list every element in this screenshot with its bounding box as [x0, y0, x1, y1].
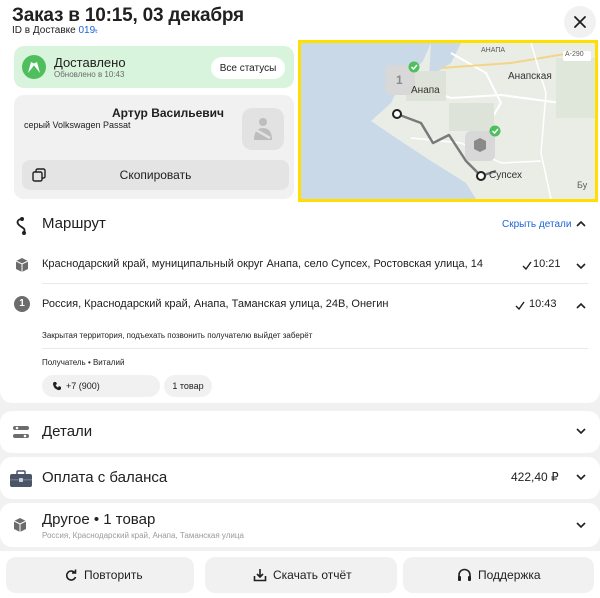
- route-map[interactable]: Анапская Анапа Супсех Бу АНАПА А-290 1: [298, 40, 598, 202]
- chevron-down-icon[interactable]: [576, 262, 586, 270]
- map-canvas: [301, 43, 595, 199]
- pickup-time: 10:21: [533, 258, 561, 270]
- hide-details-link[interactable]: Скрыть детали: [502, 219, 571, 230]
- delivered-flags-icon: [22, 55, 46, 79]
- route-point-pickup[interactable]: Краснодарский край, муниципальный округ …: [0, 253, 600, 281]
- wallet-icon: [10, 470, 32, 487]
- phone-number: +7 (900): [66, 381, 100, 391]
- map-label-bu: Бу: [577, 180, 588, 190]
- dropoff-address: Россия, Краснодарский край, Анапа, Таман…: [42, 298, 389, 310]
- items-chip[interactable]: 1 товар: [164, 375, 212, 397]
- download-report-label: Скачать отчёт: [273, 568, 352, 582]
- point-number-badge: 1: [14, 296, 30, 312]
- route-icon: [16, 217, 26, 235]
- payment-section[interactable]: Оплата с баланса 422,40 ₽: [0, 457, 600, 499]
- driver-car: серый Volkswagen Passat: [24, 120, 131, 130]
- route-divider: [42, 348, 588, 349]
- status-label: Доставлено: [54, 55, 126, 70]
- download-report-button[interactable]: Скачать отчёт: [205, 557, 397, 593]
- details-title: Детали: [42, 423, 93, 440]
- order-id-link[interactable]: 019ₜ: [78, 25, 98, 36]
- chevron-down-icon: [576, 474, 586, 481]
- recipient-label: Получатель • Виталий: [42, 358, 125, 367]
- pickup-address: Краснодарский край, муниципальный округ …: [42, 258, 484, 270]
- copy-button-label: Скопировать: [119, 168, 192, 182]
- sliders-icon: [13, 426, 29, 438]
- page-title: Заказ в 10:15, 03 декабря: [12, 5, 244, 26]
- order-id-prefix: ID в Доставке: [12, 25, 79, 36]
- download-icon: [253, 569, 267, 582]
- order-id: ID в Доставке 019ₜ: [12, 25, 98, 36]
- route-title: Маршрут: [42, 215, 106, 232]
- support-button-label: Поддержка: [478, 568, 541, 582]
- driver-name: Артур Васильевич: [112, 106, 224, 120]
- map-pin-number: 1: [396, 73, 403, 87]
- check-icon: [515, 301, 525, 310]
- chevron-up-icon[interactable]: [576, 302, 586, 310]
- chevron-down-icon: [576, 428, 586, 435]
- map-label-road: А-290: [565, 51, 584, 58]
- order-header: Заказ в 10:15, 03 декабря ID в Доставке …: [0, 0, 600, 206]
- package-icon: [13, 518, 27, 532]
- chevron-up-icon[interactable]: [576, 220, 586, 228]
- route-divider: [42, 283, 588, 284]
- other-title: Другое • 1 товар: [42, 511, 156, 528]
- map-label-anapa-top: АНАПА: [481, 47, 506, 54]
- repeat-button[interactable]: Повторить: [6, 557, 194, 593]
- headset-icon: [458, 568, 471, 581]
- support-button[interactable]: Поддержка: [403, 557, 594, 593]
- driver-avatar: [242, 108, 284, 150]
- action-bar: Повторить Скачать отчёт Поддержка: [0, 551, 600, 598]
- other-subtitle: Россия, Краснодарский край, Анапа, Таман…: [42, 531, 244, 540]
- map-label-anapa: Анапа: [411, 85, 440, 96]
- route-point-dropoff[interactable]: 1 Россия, Краснодарский край, Анапа, Там…: [0, 293, 600, 321]
- phone-chip[interactable]: +7 (900): [42, 375, 160, 397]
- dropoff-time: 10:43: [529, 298, 557, 310]
- phone-icon: [53, 382, 61, 391]
- status-updated: Обновлено в 10:43: [54, 70, 125, 79]
- map-label-supsekh: Супсех: [489, 170, 522, 181]
- copy-button[interactable]: Скопировать: [22, 160, 289, 190]
- map-label-anapskaya: Анапская: [508, 71, 552, 82]
- seat-belt-icon: [254, 118, 272, 140]
- route-section: Маршрут Скрыть детали Краснодарский край…: [0, 205, 600, 403]
- close-button[interactable]: [564, 6, 596, 38]
- chevron-down-icon: [576, 522, 586, 529]
- driver-card: Артур Васильевич серый Volkswagen Passat…: [14, 95, 294, 199]
- payment-title: Оплата с баланса: [42, 469, 168, 486]
- package-icon: [15, 258, 29, 272]
- repeat-button-label: Повторить: [84, 568, 143, 582]
- delivery-comment: Закрытая территория, подъехать позвонить…: [42, 331, 313, 340]
- details-section[interactable]: Детали: [0, 411, 600, 453]
- payment-amount: 422,40 ₽: [511, 470, 559, 484]
- other-section[interactable]: Другое • 1 товар Россия, Краснодарский к…: [0, 503, 600, 547]
- check-icon: [522, 261, 532, 270]
- close-icon: [574, 16, 586, 28]
- status-card: Доставлено Обновлено в 10:43 Все статусы: [14, 46, 294, 88]
- all-statuses-button[interactable]: Все статусы: [211, 57, 285, 79]
- repeat-icon: [65, 569, 77, 581]
